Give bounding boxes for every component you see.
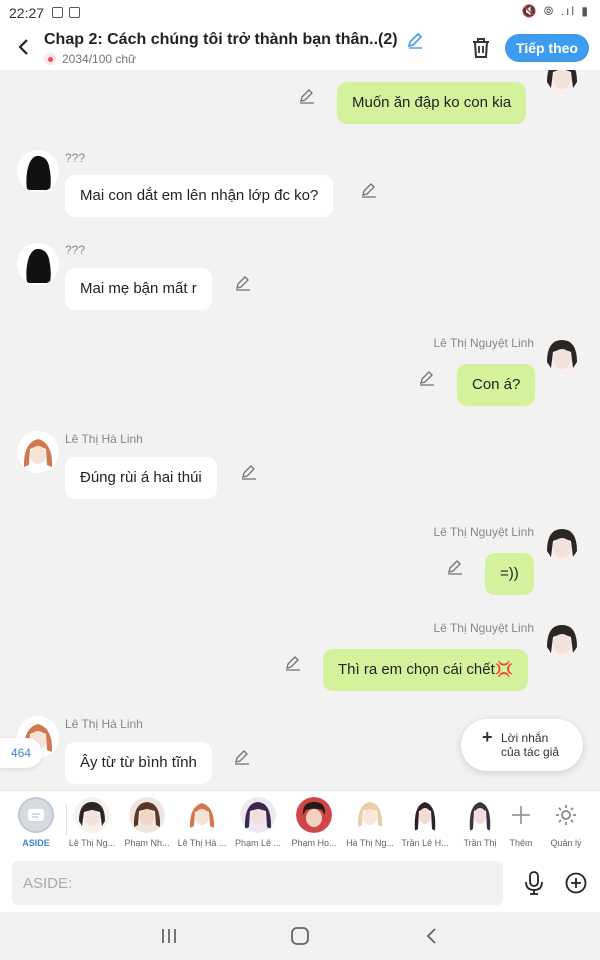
character-item[interactable]: Hà Thị Ng...: [342, 797, 398, 848]
character-avatar: [352, 797, 388, 833]
character-label: Trần Lê H...: [401, 838, 449, 848]
avatar-unknown[interactable]: [17, 150, 59, 192]
word-count-text: 2034/100 chữ: [62, 52, 137, 66]
message-bubble[interactable]: Mai con dắt em lên nhận lớp đc ko?: [65, 175, 334, 217]
character-label: ASIDE: [22, 838, 50, 848]
message-bubble[interactable]: Thì ra em chọn cái chết💢: [323, 649, 529, 691]
avatar-nguyet-linh[interactable]: [541, 523, 583, 565]
edit-message-icon[interactable]: [284, 654, 302, 672]
character-label: Phạm Lê ...: [234, 838, 282, 848]
sender-name: Lê Thị Nguyệt Linh: [433, 336, 534, 350]
edit-message-icon[interactable]: [418, 369, 436, 387]
message-bubble[interactable]: =)): [485, 553, 534, 595]
message-input[interactable]: [12, 861, 503, 905]
chapter-title-text: Chap 2: Cách chúng tôi trở thành bạn thâ…: [44, 31, 398, 49]
character-item[interactable]: Lê Thị Ng...: [64, 797, 120, 848]
character-item[interactable]: Phạm Ho...: [286, 797, 342, 848]
chevron-left-icon: [18, 39, 28, 55]
character-item[interactable]: Trần Lê H...: [397, 797, 453, 848]
edit-message-icon[interactable]: [233, 748, 251, 766]
status-indicators: 🔇 ⦾ .ıl ▮: [521, 4, 590, 18]
chapter-title[interactable]: Chap 2: Cách chúng tôi trở thành bạn thâ…: [44, 31, 424, 49]
edit-message-icon[interactable]: [240, 463, 258, 481]
sender-name: ???: [65, 151, 86, 165]
character-avatar: [74, 797, 110, 833]
avatar-nguyet-linh[interactable]: [541, 70, 583, 96]
app-header: Chap 2: Cách chúng tôi trở thành bạn thâ…: [0, 26, 600, 70]
avatar-ha-linh[interactable]: [17, 431, 59, 473]
status-dot-icon: [44, 53, 56, 65]
avatar-unknown[interactable]: [17, 243, 59, 285]
status-time: 22:27: [9, 5, 45, 21]
character-avatar: [407, 797, 443, 833]
edit-message-icon[interactable]: [234, 274, 252, 292]
back-button[interactable]: [10, 34, 36, 60]
edit-message-icon[interactable]: [298, 87, 316, 105]
home-icon[interactable]: [288, 924, 312, 948]
character-avatar: [129, 797, 165, 833]
sender-name: Lê Thị Hà Linh: [65, 717, 143, 731]
avatar-nguyet-linh[interactable]: [541, 619, 583, 661]
character-label: Lê Thị Ng...: [68, 838, 116, 848]
character-label: Phạm Ho...: [291, 838, 337, 848]
edit-message-icon[interactable]: [360, 181, 378, 199]
character-item[interactable]: Phạm Nh...: [119, 797, 175, 848]
character-bar: ASIDE Lê Thị Ng... Phạm Nh... Lê Thị Hà …: [0, 790, 600, 854]
message-bubble[interactable]: Ây từ từ bình tĩnh: [65, 742, 212, 784]
aside-icon: [18, 797, 54, 833]
sender-name: Lê Thị Nguyệt Linh: [433, 525, 534, 539]
character-avatar: [296, 797, 332, 833]
message-bubble[interactable]: Muốn ăn đập ko con kia: [337, 82, 527, 124]
character-item[interactable]: Phạm Lê ...: [230, 797, 286, 848]
character-label: Hà Thị Ng...: [346, 838, 394, 848]
character-label: Quản lý: [550, 838, 582, 848]
plus-icon: [503, 797, 539, 833]
system-nav-bar: [0, 912, 600, 960]
message-bubble[interactable]: Đúng rùi á hai thúi: [65, 457, 217, 499]
author-note-label: Lời nhắn: [501, 731, 549, 745]
character-avatar: [240, 797, 276, 833]
input-bar: [0, 854, 600, 912]
manage-characters-button[interactable]: Quản lý: [538, 797, 594, 848]
author-note-label: của tác giả: [501, 745, 560, 759]
chat-area[interactable]: Muốn ăn đập ko con kia ??? Mai con dắt e…: [0, 70, 600, 790]
author-note-button[interactable]: + Lời nhắn của tác giả: [461, 719, 583, 771]
character-label: Phạm Nh...: [124, 838, 170, 848]
message-count-badge[interactable]: 464: [0, 738, 42, 768]
sender-name: Lê Thị Hà Linh: [65, 432, 143, 446]
recent-apps-icon[interactable]: [157, 924, 181, 948]
plus-icon: +: [482, 727, 493, 747]
message-bubble[interactable]: Con á?: [457, 364, 536, 406]
camera-notification-icon: [69, 7, 80, 18]
back-nav-icon[interactable]: [420, 924, 444, 948]
word-count: 2034/100 chữ: [44, 52, 136, 66]
microphone-icon[interactable]: [523, 871, 545, 895]
edit-title-icon: [407, 32, 423, 49]
sender-name: Lê Thị Nguyệt Linh: [433, 621, 534, 635]
sender-name: ???: [65, 243, 86, 257]
message-bubble[interactable]: Mai mẹ bận mất r: [65, 268, 212, 310]
character-aside[interactable]: ASIDE: [8, 797, 64, 848]
gear-icon: [548, 797, 584, 833]
character-item[interactable]: Lê Thị Hà ...: [174, 797, 230, 848]
avatar-nguyet-linh[interactable]: [541, 334, 583, 376]
next-button[interactable]: Tiếp theo: [505, 34, 589, 62]
status-bar: 22:27 🔇 ⦾ .ıl ▮: [0, 0, 600, 26]
edit-message-icon[interactable]: [446, 558, 464, 576]
gallery-notification-icon: [52, 7, 63, 18]
character-avatar: [184, 797, 220, 833]
trash-icon[interactable]: [468, 35, 494, 61]
character-label: Lê Thị Hà ...: [177, 838, 227, 848]
plus-circle-icon[interactable]: [565, 872, 587, 894]
